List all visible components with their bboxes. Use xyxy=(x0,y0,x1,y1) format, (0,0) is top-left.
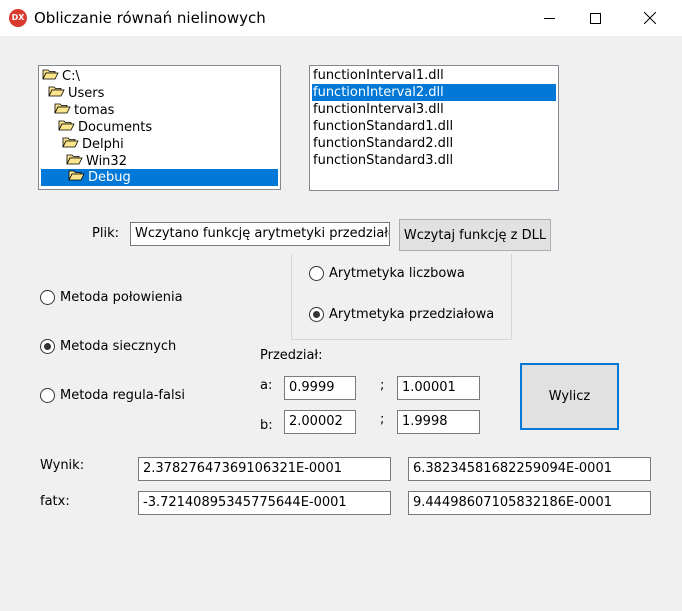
tree-item-tomas[interactable]: tomas xyxy=(54,102,114,119)
interval-b-left-field[interactable]: 2.00002 xyxy=(284,410,356,434)
radio-circle xyxy=(40,388,55,403)
tree-item-delphi[interactable]: Delphi xyxy=(62,136,124,153)
load-dll-button[interactable]: Wczytaj funkcję z DLL xyxy=(399,219,551,251)
file-label: Plik: xyxy=(92,226,119,241)
radio-bisection-method[interactable]: Metoda połowienia xyxy=(40,290,183,305)
minimize-button[interactable] xyxy=(526,0,572,36)
tree-item-label: tomas xyxy=(74,103,115,118)
interval-a-separator: ; xyxy=(380,378,385,393)
list-item[interactable]: functionStandard3.dll xyxy=(312,152,556,169)
folder-open-icon xyxy=(54,102,71,119)
list-item[interactable]: functionStandard2.dll xyxy=(312,135,556,152)
title-bar: DX Obliczanie równań nielinowych xyxy=(0,0,682,36)
tree-item-label: Users xyxy=(68,86,105,101)
fatx-label: fatx: xyxy=(40,494,70,509)
folder-open-icon xyxy=(48,85,65,102)
radio-interval-arithmetic[interactable]: Arytmetyka przedziałowa xyxy=(309,307,494,322)
tree-item-label: Documents xyxy=(78,120,153,135)
maximize-button[interactable] xyxy=(572,0,618,36)
radio-circle xyxy=(40,290,55,305)
list-item[interactable]: functionInterval2.dll xyxy=(312,84,556,101)
interval-a-label: a: xyxy=(260,378,273,393)
maximize-icon xyxy=(589,12,601,24)
interval-label: Przedział: xyxy=(260,348,323,363)
tree-item-users[interactable]: Users xyxy=(48,85,104,102)
radio-label: Metoda regula-falsi xyxy=(60,388,185,403)
close-icon xyxy=(644,12,656,24)
file-status-field[interactable]: Wczytano funkcję arytmetyki przedziałow xyxy=(130,222,390,246)
app-icon: DX xyxy=(9,9,27,27)
folder-open-icon xyxy=(58,119,75,136)
folder-open-icon xyxy=(62,136,79,153)
list-item[interactable]: functionInterval3.dll xyxy=(312,101,556,118)
list-item[interactable]: functionInterval1.dll xyxy=(312,67,556,84)
radio-label: Metoda połowienia xyxy=(60,290,183,305)
tree-item-label: Win32 xyxy=(86,154,127,169)
tree-item-label: Debug xyxy=(88,170,131,185)
window-title: Obliczanie równań nielinowych xyxy=(34,9,266,27)
tree-item-win32[interactable]: Win32 xyxy=(66,153,127,170)
result-label: Wynik: xyxy=(40,458,85,473)
tree-item-label: Delphi xyxy=(82,137,124,152)
interval-b-right-field[interactable]: 1.9998 xyxy=(397,410,480,434)
interval-b-label: b: xyxy=(260,418,273,433)
folder-open-icon xyxy=(68,169,85,186)
interval-b-separator: ; xyxy=(380,412,385,427)
radio-label: Metoda siecznych xyxy=(60,339,177,354)
tree-item-c[interactable]: C:\ xyxy=(42,68,80,85)
radio-secant-method[interactable]: Metoda siecznych xyxy=(40,339,176,354)
result-right-field[interactable]: 6.38234581682259094E-0001 xyxy=(408,457,651,481)
compute-button[interactable]: Wylicz xyxy=(520,363,619,430)
radio-circle xyxy=(40,339,55,354)
fatx-right-field[interactable]: 9.44498607105832186E-0001 xyxy=(408,491,651,515)
folder-open-icon xyxy=(42,68,59,85)
tree-item-label: C:\ xyxy=(62,69,80,84)
folder-open-icon xyxy=(66,153,83,170)
dll-file-list[interactable]: functionInterval1.dll functionInterval2.… xyxy=(309,65,559,191)
tree-item-documents[interactable]: Documents xyxy=(58,119,152,136)
result-left-field[interactable]: 2.37827647369106321E-0001 xyxy=(138,457,391,481)
fatx-left-field[interactable]: -3.72140895345775644E-0001 xyxy=(138,491,391,515)
interval-a-left-field[interactable]: 0.9999 xyxy=(284,376,356,400)
minimize-icon xyxy=(543,17,555,19)
radio-regula-falsi-method[interactable]: Metoda regula-falsi xyxy=(40,388,185,403)
tree-item-debug[interactable]: Debug xyxy=(41,169,278,186)
interval-a-right-field[interactable]: 1.00001 xyxy=(397,376,480,400)
list-item[interactable]: functionStandard1.dll xyxy=(312,118,556,135)
close-button[interactable] xyxy=(627,0,673,36)
radio-circle xyxy=(309,307,324,322)
radio-numeric-arithmetic[interactable]: Arytmetyka liczbowa xyxy=(309,266,465,281)
directory-tree[interactable]: C:\ Users tomas Documents Delphi Win32 D… xyxy=(38,65,281,190)
radio-label: Arytmetyka liczbowa xyxy=(329,266,465,281)
radio-label: Arytmetyka przedziałowa xyxy=(329,307,495,322)
radio-circle xyxy=(309,266,324,281)
